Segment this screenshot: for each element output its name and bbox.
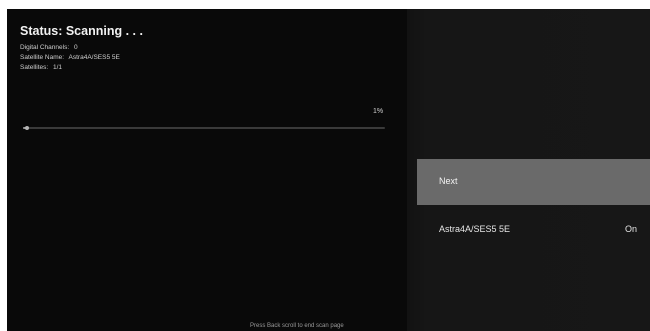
digital-channels-label: Digital Channels: [20, 44, 70, 51]
satellite-name-label: Satellite Name: [20, 54, 65, 61]
next-button-label: Next [439, 176, 458, 186]
progress-indicator [24, 126, 29, 130]
satellite-item[interactable]: Astra4A/SES5 5E On [417, 209, 650, 249]
progress-percent: 1% [373, 108, 384, 115]
digital-channels-value: 0 [73, 44, 78, 51]
satellite-item-name: Astra4A/SES5 5E [439, 224, 511, 234]
scan-progress-bar [23, 126, 385, 130]
status-title: Status: Scanning . . . [20, 24, 143, 38]
digital-channels-row: Digital Channels: 0 [20, 44, 78, 51]
scan-menu-pane: Next Astra4A/SES5 5E On [407, 9, 650, 331]
next-button[interactable]: Next [417, 159, 650, 205]
scan-status-pane: Status: Scanning . . . Digital Channels:… [7, 9, 407, 331]
satellite-name-row: Satellite Name: Astra4A/SES5 5E [20, 54, 120, 61]
scan-screen: Status: Scanning . . . Digital Channels:… [7, 9, 650, 331]
satellite-name-value: Astra4A/SES5 5E [68, 54, 120, 61]
footer-hint: Press Back scroll to end scan page [250, 323, 344, 329]
satellites-row: Satellites: 1/1 [20, 64, 62, 71]
satellite-item-state: On [624, 224, 637, 234]
satellites-value: 1/1 [53, 64, 63, 71]
satellites-label: Satellites: [20, 64, 49, 71]
